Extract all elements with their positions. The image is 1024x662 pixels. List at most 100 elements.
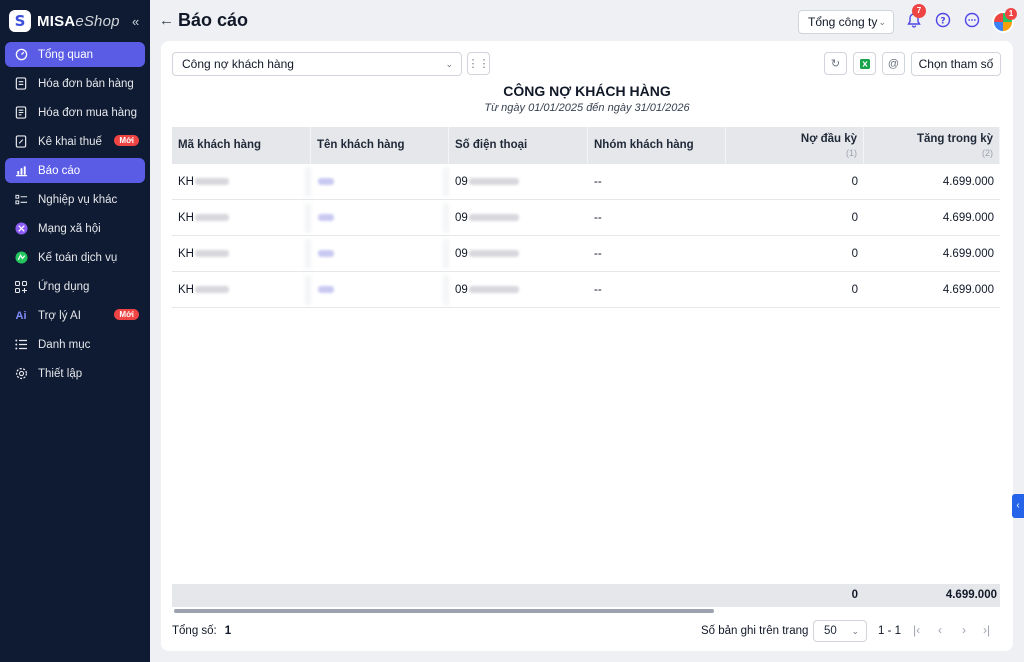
sidebar-item-bao-cao[interactable]: Báo cáo [5, 158, 145, 183]
table-row[interactable]: KH 09 -- 0 4.699.000 [172, 272, 1000, 308]
columns-icon: ⋮⋮ [467, 58, 490, 70]
customer-code: KH [178, 247, 194, 260]
customer-code: KH [178, 211, 194, 224]
sidebar-item-danh-muc[interactable]: Danh mục [5, 332, 145, 357]
customer-phone: 09 [455, 247, 468, 260]
customer-name[interactable] [318, 250, 334, 257]
chevron-down-icon: ⌄ [878, 17, 886, 27]
report-type-value: Công nợ khách hàng [182, 57, 294, 71]
sidebar-item-tong-quan[interactable]: Tổng quan [5, 42, 145, 67]
report-title: CÔNG NỢ KHÁCH HÀNG [503, 83, 671, 99]
opening-debt: 0 [851, 211, 858, 224]
notification-badge: 7 [912, 4, 926, 18]
tasks-icon [14, 193, 28, 207]
column-header[interactable]: Mã khách hàng [172, 127, 311, 164]
purchase-invoice-icon [14, 106, 28, 120]
customer-name[interactable] [318, 286, 334, 293]
sidebar-item-label: Danh mục [38, 338, 91, 351]
invoice-icon [14, 77, 28, 91]
increase-amount: 4.699.000 [942, 247, 994, 260]
report-type-select[interactable]: Công nợ khách hàng ⌄ [172, 52, 462, 76]
last-page-icon[interactable]: ›| [983, 623, 990, 637]
column-header[interactable]: Tăng trong kỳ (2) [864, 127, 1000, 164]
sidebar-item-hoa-don-ban-hang[interactable]: Hóa đơn bán hàng [5, 71, 145, 96]
table-row[interactable]: KH 09 -- 0 4.699.000 [172, 164, 1000, 200]
column-header[interactable]: Số điện thoại [449, 127, 588, 164]
apps-icon [14, 280, 28, 294]
refresh-icon: ↻ [830, 58, 841, 70]
first-page-icon[interactable]: |‹ [913, 623, 920, 637]
horizontal-scrollbar[interactable] [174, 609, 714, 613]
sidebar-item-thiet-lap[interactable]: Thiết lập [5, 361, 145, 386]
excel-icon [859, 58, 870, 69]
total-value: 1 [224, 625, 232, 637]
columns-config-button[interactable]: ⋮⋮ [467, 52, 490, 75]
increase-amount: 4.699.000 [942, 211, 994, 224]
column-header[interactable]: Tên khách hàng [311, 127, 449, 164]
more-icon[interactable] [964, 12, 980, 28]
customer-group: -- [594, 211, 602, 224]
sidebar-item-ke-khai-thue[interactable]: Kê khai thuế Mới [5, 129, 145, 154]
avatar-badge: 1 [1005, 8, 1017, 20]
sidebar-item-ung-dung[interactable]: Ứng dụng [5, 274, 145, 299]
total-opening-debt: 0 [851, 589, 858, 601]
company-select[interactable]: Tổng công ty ⌄ [798, 10, 894, 34]
customer-phone: 09 [455, 283, 468, 296]
opening-debt: 0 [851, 175, 858, 188]
settings-icon [14, 367, 28, 381]
column-header[interactable]: Nhóm khách hàng [588, 127, 726, 164]
column-header[interactable]: Nợ đầu kỳ (1) [726, 127, 864, 164]
sidebar-item-label: Nghiệp vụ khác [38, 193, 118, 206]
accounting-icon [14, 251, 28, 265]
company-select-value: Tổng công ty [808, 15, 878, 29]
customer-name[interactable] [318, 178, 334, 185]
sidebar-nav: Tổng quan Hóa đơn bán hàng Hóa đơn mua h… [0, 42, 150, 386]
collapse-sidebar-icon[interactable]: « [132, 14, 139, 29]
sidebar-item-tro-ly-ai[interactable]: Ai Trợ lý AI Mới [5, 303, 145, 328]
brand-name: MISA [37, 12, 76, 30]
customer-code: KH [178, 283, 194, 296]
side-panel-toggle-icon[interactable]: ‹ [1012, 494, 1024, 518]
sidebar-item-hoa-don-mua-hang[interactable]: Hóa đơn mua hàng [5, 100, 145, 125]
totals-row: 0 4.699.000 [172, 584, 1000, 607]
new-badge: Mới [114, 309, 139, 320]
export-excel-button[interactable] [853, 52, 876, 75]
page-range: 1 - 1 [878, 625, 902, 637]
table-row[interactable]: KH 09 -- 0 4.699.000 [172, 200, 1000, 236]
refresh-button[interactable]: ↻ [824, 52, 847, 75]
sidebar-item-label: Mạng xã hội [38, 222, 101, 235]
prev-page-icon[interactable]: ‹ [938, 623, 942, 637]
sidebar-item-label: Thiết lập [38, 367, 83, 380]
share-icon: @ [887, 57, 900, 70]
brand[interactable]: S MISAeShop [0, 0, 150, 42]
back-arrow-icon[interactable]: ← [159, 12, 174, 29]
customer-name[interactable] [318, 214, 334, 221]
social-icon [14, 222, 28, 236]
customer-phone: 09 [455, 175, 468, 188]
next-page-icon[interactable]: › [962, 623, 966, 637]
help-icon[interactable]: ? [935, 12, 951, 28]
share-button[interactable]: @ [882, 52, 905, 75]
table-row[interactable]: KH 09 -- 0 4.699.000 [172, 236, 1000, 272]
sidebar-item-label: Kê khai thuế [38, 135, 102, 148]
page-title: Báo cáo [178, 10, 249, 30]
sidebar-item-label: Trợ lý AI [38, 309, 81, 322]
report-card: Công nợ khách hàng ⌄ ⋮⋮ ↻ @ Chọn tham số… [161, 41, 1013, 651]
sidebar-item-label: Kế toán dịch vụ [38, 251, 118, 264]
choose-params-button[interactable]: Chọn tham số [911, 52, 1001, 76]
header: ← Báo cáo Tổng công ty ⌄ 7 ? 1 [150, 0, 1024, 42]
customer-phone: 09 [455, 211, 468, 224]
per-page-select[interactable]: 50 ⌄ [813, 620, 867, 642]
increase-amount: 4.699.000 [942, 283, 994, 296]
sidebar-item-label: Tổng quan [38, 48, 93, 61]
customer-group: -- [594, 247, 602, 260]
sidebar-item-mang-xa-hoi[interactable]: Mạng xã hội [5, 216, 145, 241]
opening-debt: 0 [851, 247, 858, 260]
sidebar-item-nghiep-vu-khac[interactable]: Nghiệp vụ khác [5, 187, 145, 212]
sidebar-item-ke-toan-dich-vu[interactable]: Kế toán dịch vụ [5, 245, 145, 270]
chevron-down-icon: ⌄ [851, 626, 859, 636]
increase-amount: 4.699.000 [942, 175, 994, 188]
record-count: Tổng số: 1 [172, 625, 231, 637]
svg-text:?: ? [940, 16, 945, 26]
list-icon [14, 338, 28, 352]
